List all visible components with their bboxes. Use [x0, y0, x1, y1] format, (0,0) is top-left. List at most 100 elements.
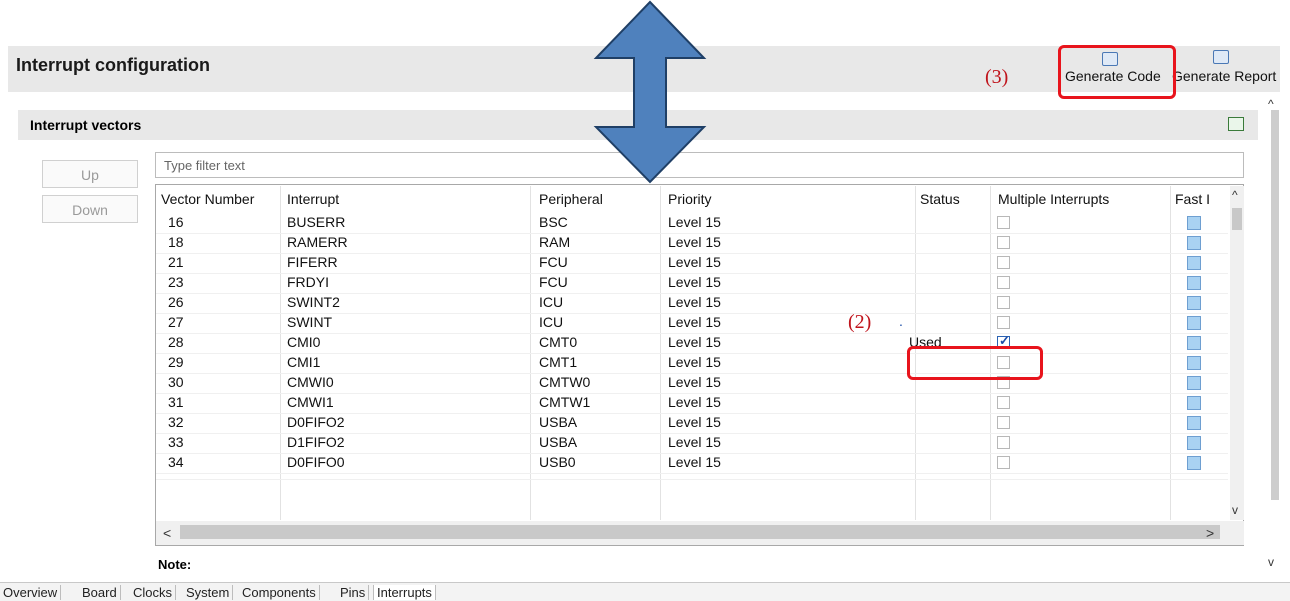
- section-title: Interrupt vectors: [30, 117, 142, 133]
- fast-interrupt-checkbox[interactable]: [1187, 316, 1201, 330]
- table-row[interactable]: 26 SWINT2 ICU Level 15: [156, 293, 1228, 314]
- fast-interrupt-checkbox[interactable]: [1187, 396, 1201, 410]
- cell-vector-number: 28: [168, 334, 184, 350]
- generate-report-button[interactable]: Generate Report: [1172, 68, 1276, 84]
- cell-interrupt: FIFERR: [287, 254, 338, 270]
- multiple-interrupts-checkbox[interactable]: [997, 296, 1010, 309]
- table-row[interactable]: 30 CMWI0 CMTW0 Level 15: [156, 373, 1228, 394]
- cell-peripheral: ICU: [539, 294, 564, 310]
- multiple-interrupts-checkbox[interactable]: [997, 276, 1010, 289]
- fast-interrupt-checkbox[interactable]: [1187, 436, 1201, 450]
- cell-interrupt: SWINT: [287, 314, 333, 330]
- multiple-interrupts-checkbox[interactable]: [997, 216, 1010, 229]
- annotation-step2-dot: .: [899, 313, 903, 329]
- fast-interrupt-checkbox[interactable]: [1187, 236, 1201, 250]
- tab-system[interactable]: System: [183, 585, 234, 600]
- expand-icon[interactable]: [1228, 117, 1244, 131]
- cell-priority: Level 15: [668, 234, 721, 250]
- tab-overview[interactable]: Overview: [0, 585, 62, 600]
- table-row[interactable]: 31 CMWI1 CMTW1 Level 15: [156, 393, 1228, 414]
- outer-scroll-up-arrow[interactable]: ^: [1268, 97, 1274, 111]
- cell-peripheral: CMTW0: [539, 374, 591, 390]
- table-row[interactable]: 23 FRDYI FCU Level 15: [156, 273, 1228, 294]
- fast-interrupt-checkbox[interactable]: [1187, 456, 1201, 470]
- double-arrow-shape: [593, 0, 707, 184]
- cell-priority: Level 15: [668, 434, 721, 450]
- table-row[interactable]: 32 D0FIFO2 USBA Level 15: [156, 413, 1228, 434]
- table-scroll-right-arrow[interactable]: >: [1206, 525, 1214, 541]
- column-header-interrupt[interactable]: Interrupt: [287, 191, 339, 207]
- tab-components[interactable]: Components: [239, 585, 320, 600]
- multiple-interrupts-checkbox[interactable]: [997, 456, 1010, 469]
- table-vertical-scrollbar[interactable]: [1230, 186, 1244, 520]
- column-header-peripheral[interactable]: Peripheral: [539, 191, 603, 207]
- generate-report-icon[interactable]: [1213, 50, 1229, 64]
- cell-peripheral: USB0: [539, 454, 576, 470]
- cell-interrupt: CMWI0: [287, 374, 334, 390]
- table-row[interactable]: 27 SWINT ICU Level 15: [156, 313, 1228, 334]
- cell-interrupt: CMI1: [287, 354, 321, 370]
- cell-priority: Level 15: [668, 454, 721, 470]
- table-row[interactable]: 34 D0FIFO0 USB0 Level 15: [156, 453, 1228, 474]
- table-row[interactable]: 21 FIFERR FCU Level 15: [156, 253, 1228, 274]
- multiple-interrupts-checkbox[interactable]: [997, 436, 1010, 449]
- table-scroll-left-arrow[interactable]: <: [163, 525, 171, 541]
- column-header-priority[interactable]: Priority: [668, 191, 712, 207]
- double-arrow-annotation: [593, 0, 707, 184]
- cell-peripheral: BSC: [539, 214, 568, 230]
- table-row-partial: [156, 473, 1228, 480]
- cell-interrupt: BUSERR: [287, 214, 346, 230]
- cell-peripheral: CMT1: [539, 354, 578, 370]
- fast-interrupt-checkbox[interactable]: [1187, 416, 1201, 430]
- column-header-status[interactable]: Status: [920, 191, 960, 207]
- multiple-interrupts-checkbox[interactable]: [997, 416, 1010, 429]
- column-header-multiple-interrupts[interactable]: Multiple Interrupts: [998, 191, 1109, 207]
- table-row[interactable]: 18 RAMERR RAM Level 15: [156, 233, 1228, 254]
- fast-interrupt-checkbox[interactable]: [1187, 296, 1201, 310]
- cell-peripheral: FCU: [539, 274, 568, 290]
- column-header-fast-interrupt[interactable]: Fast I: [1175, 191, 1215, 207]
- table-horizontal-scroll-thumb[interactable]: [180, 525, 1220, 539]
- fast-interrupt-checkbox[interactable]: [1187, 216, 1201, 230]
- tab-pins[interactable]: Pins: [337, 585, 370, 600]
- table-row[interactable]: 29 CMI1 CMT1 Level 15: [156, 353, 1228, 374]
- multiple-interrupts-checkbox[interactable]: [997, 396, 1010, 409]
- outer-scroll-down-arrow[interactable]: v: [1268, 555, 1274, 569]
- cell-priority: Level 15: [668, 254, 721, 270]
- cell-interrupt: D1FIFO2: [287, 434, 345, 450]
- multiple-interrupts-checkbox[interactable]: [997, 316, 1010, 329]
- table-row[interactable]: 28 CMI0 CMT0 Level 15 Used: [156, 333, 1228, 354]
- fast-interrupt-checkbox[interactable]: [1187, 356, 1201, 370]
- table-row[interactable]: 16 BUSERR BSC Level 15: [156, 213, 1228, 234]
- multiple-interrupts-checkbox[interactable]: [997, 236, 1010, 249]
- annotation-step3: (3): [985, 66, 1009, 88]
- cell-priority: Level 15: [668, 334, 721, 350]
- cell-priority: Level 15: [668, 414, 721, 430]
- cell-peripheral: CMT0: [539, 334, 578, 350]
- cell-interrupt: FRDYI: [287, 274, 329, 290]
- note-label: Note:: [158, 557, 192, 572]
- table-scroll-down-arrow[interactable]: v: [1232, 503, 1238, 517]
- cell-vector-number: 34: [168, 454, 184, 470]
- cell-interrupt: RAMERR: [287, 234, 348, 250]
- page-title: Interrupt configuration: [16, 55, 210, 75]
- tab-interrupts[interactable]: Interrupts: [373, 585, 436, 600]
- highlight-generate-code: [1058, 45, 1176, 99]
- fast-interrupt-checkbox[interactable]: [1187, 256, 1201, 270]
- column-header-vector-number[interactable]: Vector Number: [161, 191, 254, 207]
- table-scroll-up-arrow[interactable]: ^: [1232, 188, 1238, 202]
- outer-vertical-scrollbar[interactable]: [1271, 110, 1279, 500]
- cell-peripheral: FCU: [539, 254, 568, 270]
- table-row[interactable]: 33 D1FIFO2 USBA Level 15: [156, 433, 1228, 454]
- fast-interrupt-checkbox[interactable]: [1187, 276, 1201, 290]
- cell-peripheral: USBA: [539, 414, 578, 430]
- fast-interrupt-checkbox[interactable]: [1187, 376, 1201, 390]
- up-button[interactable]: Up: [42, 160, 138, 188]
- fast-interrupt-checkbox[interactable]: [1187, 336, 1201, 350]
- tab-board[interactable]: Board: [79, 585, 121, 600]
- cell-interrupt: SWINT2: [287, 294, 340, 310]
- down-button[interactable]: Down: [42, 195, 138, 223]
- multiple-interrupts-checkbox[interactable]: [997, 256, 1010, 269]
- table-vertical-scroll-thumb[interactable]: [1232, 208, 1242, 230]
- tab-clocks[interactable]: Clocks: [130, 585, 177, 600]
